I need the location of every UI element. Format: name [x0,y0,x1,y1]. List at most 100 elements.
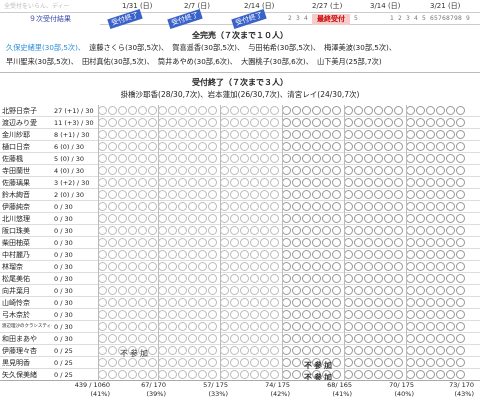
slot-circle [230,238,239,247]
slot-circle [384,238,393,247]
member-count: 0 / 30 [54,335,73,343]
slot-circle [292,310,301,319]
slot-circle [322,178,331,187]
slot-circle [148,130,157,139]
slot-circle [312,310,321,319]
slot-circle [332,238,341,247]
slot-circle [282,346,291,355]
slot-circle [374,346,383,355]
date-4: 2/27 (土) [312,2,343,10]
slot-circle [220,142,229,151]
complete-line-1: 久保史緒里(30部,5次)、 遠藤さくら(30部,5次)、 賀喜遥香(30部,5次)… [6,41,400,55]
footer-col-6-value: 73/ 170 [449,381,474,389]
slot-circle [374,310,383,319]
slot-circle [148,262,157,271]
member-name: 金川紗耶 [2,131,30,139]
slot-circle [282,214,291,223]
slot-circle [416,214,425,223]
slot-circle [198,130,207,139]
member-row: 北川悠理 0 / 30 [0,213,480,225]
slot-circle [168,190,177,199]
slot-circle [332,286,341,295]
slot-circle [108,346,117,355]
header-hint: 全受付をいらん、ディー [4,3,70,10]
member-count: 5 (0) / 30 [54,155,85,163]
slot-circle [374,286,383,295]
slot-circle [344,118,353,127]
summary-label: ９次受付結果 [0,12,100,25]
slot-circle [230,250,239,259]
slot-circle [282,226,291,235]
slot-circle [118,358,127,367]
slot-circle [158,118,167,127]
member-name: 弓木奈於 [2,311,30,319]
member-row: 渡辺みり愛 11 (+3) / 30 [0,117,480,129]
slot-circle [98,130,107,139]
slot-circle [282,166,291,175]
slot-circle [158,142,167,151]
footer-col-5: 70/ 175 (40%) [368,381,414,399]
slot-circle [198,334,207,343]
slot-circle [282,202,291,211]
slot-circle [188,226,197,235]
slot-circle [456,154,465,163]
slot-circle [148,334,157,343]
slot-circle [312,166,321,175]
complete-name-7: 田村真佑(30部,5次)、 [81,57,154,66]
slot-circle [354,214,363,223]
member-row: 鈴木絢音 2 (0) / 30 [0,189,480,201]
slot-circle [128,358,137,367]
slot-circle [118,286,127,295]
slot-circle [168,226,177,235]
slot-circle [158,238,167,247]
slot-circle [322,214,331,223]
slot-circle [250,202,259,211]
slot-circle [436,358,445,367]
slot-circle [118,214,127,223]
mini-14: 5 [434,15,438,22]
slot-circle [426,250,435,259]
slot-circle [230,106,239,115]
slot-circle [312,262,321,271]
slot-circle [168,250,177,259]
slot-circle [168,346,177,355]
slot-circle [220,106,229,115]
footer-col-1: 67/ 170 (39%) [120,381,166,399]
slot-circle [270,370,279,379]
slot-circle [198,106,207,115]
slot-circle [446,190,455,199]
member-name: 渡辺理沙のクラシスティー [2,324,52,329]
slot-circle [148,310,157,319]
slot-circle [240,154,249,163]
member-count: 2 (0) / 30 [54,191,85,199]
slot-circle [240,130,249,139]
slot-circle [188,358,197,367]
slot-circle [138,334,147,343]
slot-circle [332,190,341,199]
slot-circle [322,106,331,115]
footer-col-2-pct: (33%) [208,390,228,398]
slot-circle [406,238,415,247]
slot-circle [168,262,177,271]
slot-circle [344,178,353,187]
slot-circle [168,178,177,187]
complete-name-2: 遠藤さくら(30部,5次)、 [89,43,169,52]
slot-circle [374,190,383,199]
slot-circle [354,106,363,115]
slot-circle [260,202,269,211]
slot-circle [188,250,197,259]
mini-3: 4 [304,15,308,22]
member-count: 0 / 30 [54,251,73,259]
slot-circle [220,334,229,343]
slot-circle [128,166,137,175]
slot-circle [148,166,157,175]
slot-circle [230,274,239,283]
slot-circle [426,106,435,115]
slot-circle [332,346,341,355]
slot-circle [98,178,107,187]
slot-circle [292,322,301,331]
slot-circle [436,226,445,235]
slot-circle [384,250,393,259]
member-row: 中村麗乃 0 / 30 [0,249,480,261]
slot-circle [260,178,269,187]
